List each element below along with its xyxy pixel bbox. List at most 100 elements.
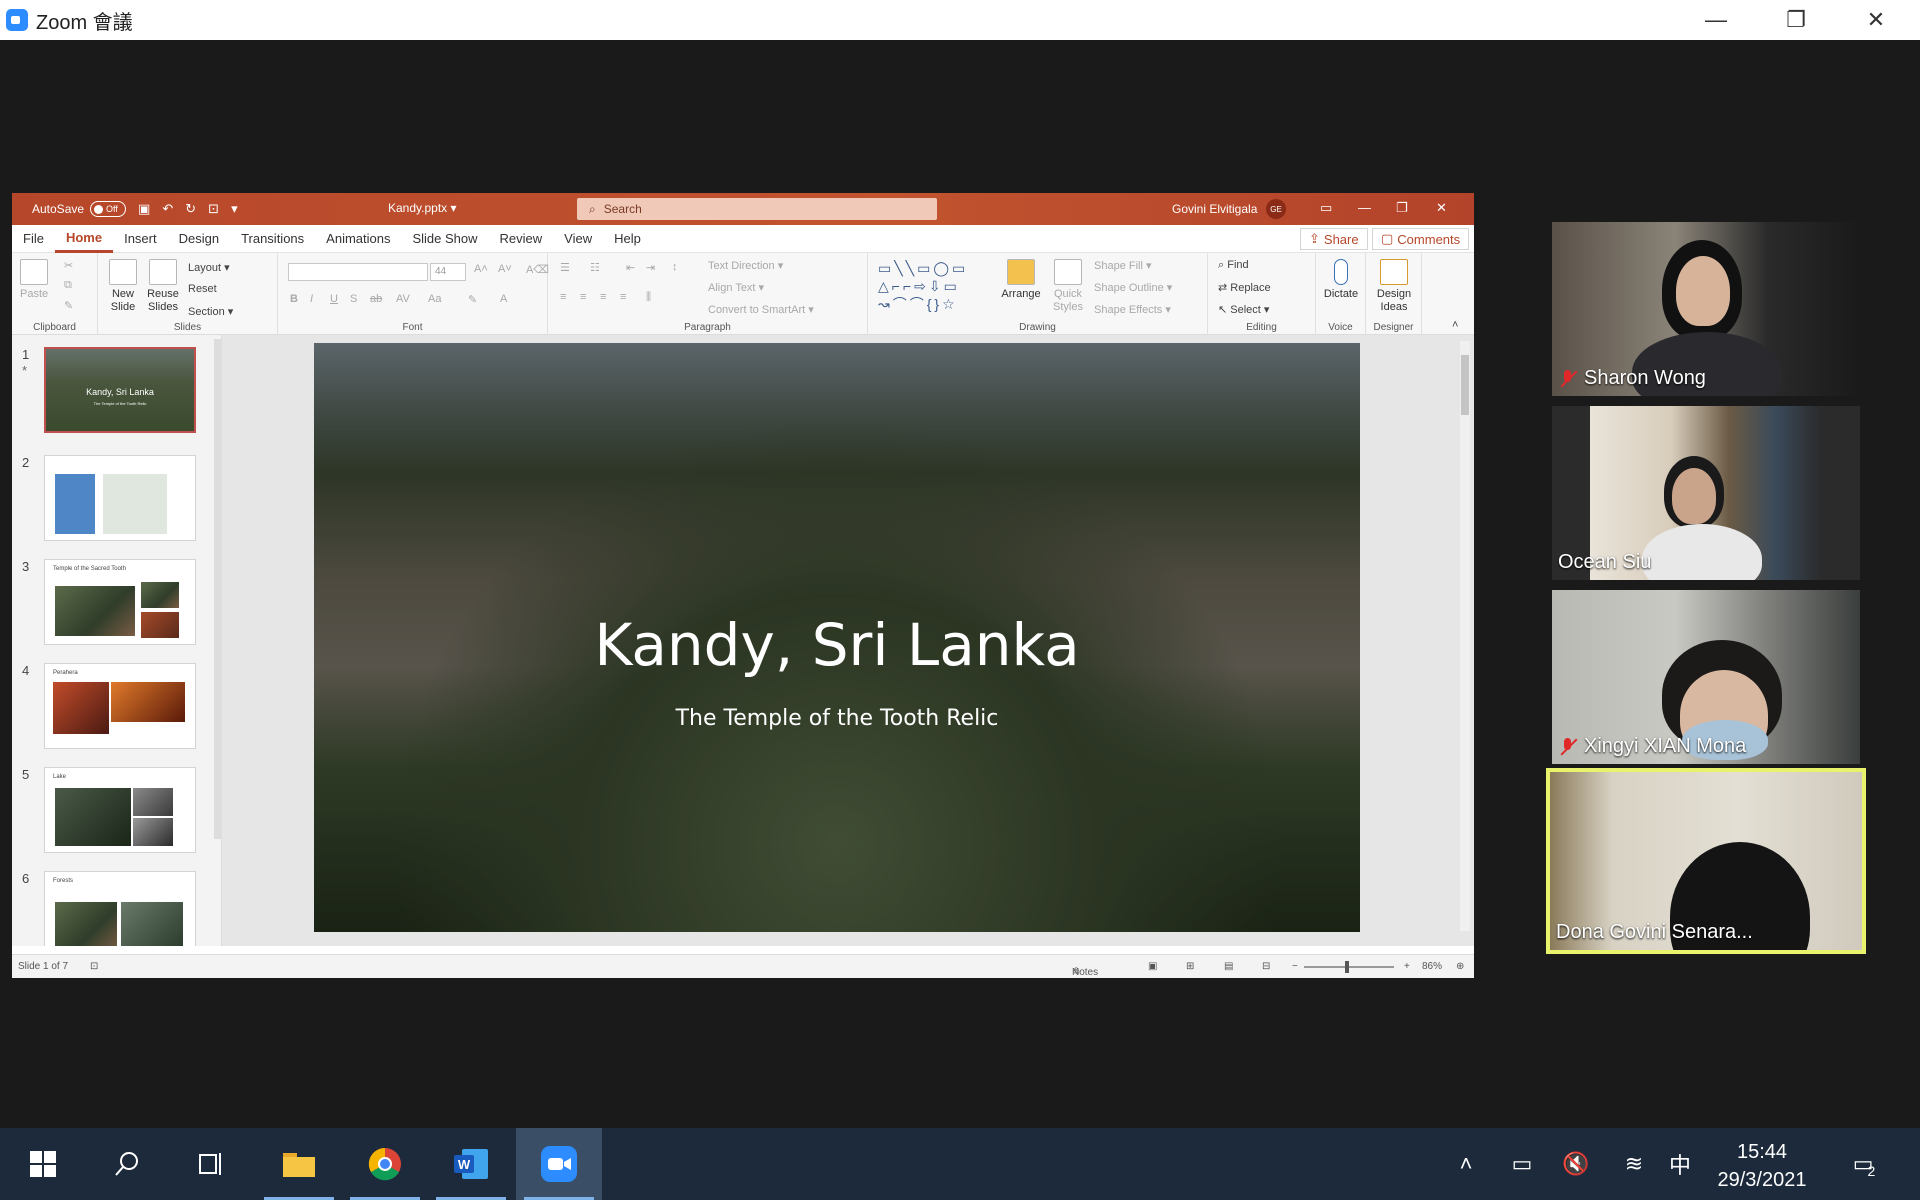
- undo-icon[interactable]: ↶: [162, 201, 173, 217]
- select-button[interactable]: ↖ Select ▾: [1218, 303, 1269, 316]
- comments-button[interactable]: ▢ Comments: [1372, 228, 1470, 250]
- tab-home[interactable]: Home: [54, 225, 114, 253]
- ribbon-display-icon[interactable]: ▭: [1320, 200, 1332, 216]
- slideshow-view-icon[interactable]: ⊟: [1262, 961, 1270, 972]
- align-text-button[interactable]: Align Text ▾: [708, 281, 764, 294]
- font-name-input[interactable]: [288, 263, 428, 281]
- user-name[interactable]: Govini Elvitigala: [1172, 202, 1257, 216]
- search-button[interactable]: [84, 1128, 170, 1200]
- paste-button[interactable]: Paste: [20, 259, 48, 301]
- fit-slide-icon[interactable]: ⊕: [1456, 961, 1464, 972]
- copy-icon[interactable]: ⧉: [64, 279, 72, 292]
- char-spacing-icon[interactable]: AV: [396, 293, 410, 305]
- document-title[interactable]: Kandy.pptx ▾: [388, 201, 457, 215]
- format-painter-icon[interactable]: ✎: [64, 299, 73, 312]
- align-right-icon[interactable]: ≡: [600, 291, 606, 303]
- zoom-slider[interactable]: [1304, 966, 1394, 968]
- task-view-button[interactable]: [168, 1128, 254, 1200]
- present-icon[interactable]: ⊡: [208, 201, 219, 217]
- redo-icon[interactable]: ↻: [185, 201, 196, 217]
- bold-icon[interactable]: B: [290, 293, 298, 305]
- notification-center[interactable]: ▭ 2: [1842, 1128, 1886, 1200]
- thumbnail-slide-1[interactable]: Kandy, Sri Lanka The Temple of the Tooth…: [44, 347, 196, 433]
- tab-transitions[interactable]: Transitions: [230, 225, 315, 253]
- convert-smartart-button[interactable]: Convert to SmartArt ▾: [708, 303, 814, 316]
- reading-view-icon[interactable]: ▤: [1224, 961, 1233, 972]
- increase-indent-icon[interactable]: ⇥: [646, 261, 655, 274]
- wifi-icon[interactable]: ≋: [1612, 1128, 1656, 1200]
- thumbnail-slide-6[interactable]: Forests: [44, 871, 196, 946]
- justify-icon[interactable]: ≡: [620, 291, 626, 303]
- ppt-minimize-icon[interactable]: —: [1358, 200, 1371, 215]
- thumbnail-slide-2[interactable]: [44, 455, 196, 541]
- replace-button[interactable]: ⇄ Replace: [1218, 281, 1271, 294]
- text-direction-button[interactable]: Text Direction ▾: [708, 259, 783, 272]
- volume-muted-icon[interactable]: 🔇: [1554, 1128, 1598, 1200]
- tab-insert[interactable]: Insert: [113, 225, 168, 253]
- zoom-out-icon[interactable]: −: [1292, 961, 1298, 972]
- tab-animations[interactable]: Animations: [315, 225, 401, 253]
- participant-video-2[interactable]: Ocean Siu: [1552, 406, 1860, 580]
- font-size-input[interactable]: 44: [430, 263, 466, 281]
- start-button[interactable]: [0, 1128, 86, 1200]
- accessibility-icon[interactable]: ⊡: [90, 961, 98, 972]
- shape-outline-button[interactable]: Shape Outline ▾: [1094, 281, 1172, 294]
- autosave[interactable]: AutoSave Off: [32, 201, 127, 217]
- reset-button[interactable]: Reset: [188, 283, 217, 295]
- thumbnail-slide-4[interactable]: Perahera: [44, 663, 196, 749]
- line-spacing-icon[interactable]: ↕: [672, 261, 678, 273]
- numbering-icon[interactable]: ☷: [590, 261, 600, 274]
- zoom-in-icon[interactable]: +: [1404, 961, 1410, 972]
- taskbar-chrome[interactable]: [342, 1128, 428, 1200]
- input-method-indicator[interactable]: 中: [1660, 1128, 1700, 1200]
- taskbar-word[interactable]: W: [428, 1128, 514, 1200]
- new-slide-button[interactable]: New Slide: [106, 259, 140, 314]
- bullets-icon[interactable]: ☰: [560, 261, 570, 274]
- restore-button[interactable]: ❐: [1756, 0, 1836, 40]
- customize-qa-icon[interactable]: ▾: [231, 201, 238, 217]
- italic-icon[interactable]: I: [310, 293, 313, 305]
- thumbnail-slide-3[interactable]: Temple of the Sacred Tooth: [44, 559, 196, 645]
- tab-file[interactable]: File: [12, 225, 55, 253]
- autosave-toggle[interactable]: Off: [90, 201, 127, 217]
- slide-sorter-icon[interactable]: ⊞: [1186, 961, 1194, 972]
- shrink-font-icon[interactable]: A˅: [498, 263, 512, 275]
- highlight-icon[interactable]: ✎: [468, 293, 477, 306]
- arrange-button[interactable]: Arrange: [998, 259, 1044, 301]
- share-button[interactable]: ⇪ Share: [1300, 228, 1368, 250]
- tab-slide-show[interactable]: Slide Show: [401, 225, 488, 253]
- dictate-button[interactable]: Dictate: [1320, 259, 1362, 301]
- system-clock[interactable]: 15:44 29/3/2021: [1712, 1138, 1812, 1194]
- user-avatar[interactable]: GE: [1266, 199, 1286, 219]
- shape-effects-button[interactable]: Shape Effects ▾: [1094, 303, 1171, 316]
- taskbar-file-explorer[interactable]: [256, 1128, 342, 1200]
- participant-video-4-active-speaker[interactable]: Dona Govini Senara...: [1546, 768, 1866, 954]
- strikethrough-icon[interactable]: ab: [370, 293, 382, 305]
- slide-scrollbar[interactable]: [1460, 341, 1470, 931]
- tab-design[interactable]: Design: [168, 225, 230, 253]
- participant-video-3[interactable]: Xingyi XIAN Mona: [1552, 590, 1860, 764]
- tab-view[interactable]: View: [553, 225, 603, 253]
- columns-icon[interactable]: ⫼: [646, 291, 651, 304]
- ppt-restore-icon[interactable]: ❐: [1396, 200, 1408, 216]
- shadow-icon[interactable]: S: [350, 293, 357, 305]
- thumbnails-scrollbar[interactable]: [214, 339, 221, 839]
- shapes-gallery[interactable]: ▭╲╲▭◯▭ △⌐⌐⇨⇩▭ ↝⌒⌒{}☆: [878, 259, 988, 317]
- shape-fill-button[interactable]: Shape Fill ▾: [1094, 259, 1152, 272]
- power-icon[interactable]: ▭: [1500, 1128, 1544, 1200]
- section-button[interactable]: Section ▾: [188, 305, 233, 318]
- slide-subtitle[interactable]: The Temple of the Tooth Relic: [314, 706, 1360, 731]
- change-case-icon[interactable]: Aa: [428, 293, 441, 305]
- underline-icon[interactable]: U: [330, 293, 338, 305]
- zoom-level[interactable]: 86%: [1422, 961, 1442, 972]
- collapse-ribbon-icon[interactable]: ˄: [1452, 319, 1458, 331]
- layout-button[interactable]: Layout ▾: [188, 261, 230, 274]
- reuse-slides-button[interactable]: Reuse Slides: [144, 259, 182, 314]
- cut-icon[interactable]: ✂: [64, 259, 73, 272]
- align-center-icon[interactable]: ≡: [580, 291, 586, 303]
- save-icon[interactable]: ▣: [138, 201, 150, 217]
- taskbar-zoom[interactable]: [516, 1128, 602, 1200]
- scrollbar-thumb[interactable]: [1461, 355, 1469, 415]
- grow-font-icon[interactable]: A˄: [474, 263, 488, 275]
- ppt-close-icon[interactable]: ✕: [1436, 200, 1447, 216]
